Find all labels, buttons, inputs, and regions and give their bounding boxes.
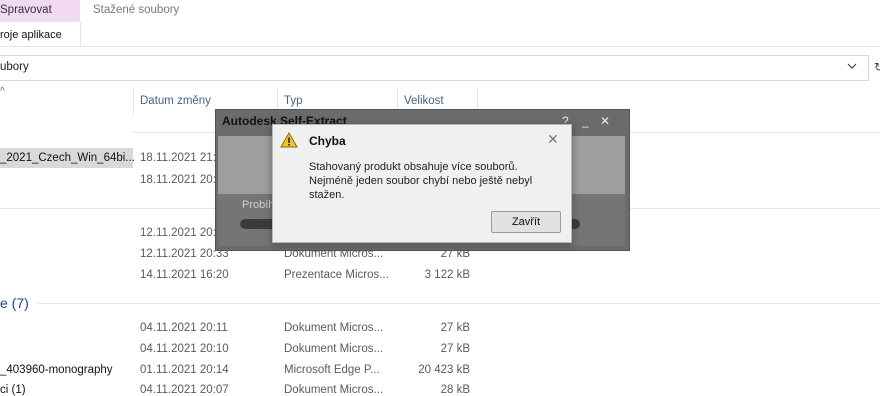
dialog-message: Stahovaný produkt obsahuje více souborů.… bbox=[309, 161, 533, 201]
close-button[interactable]: Zavřít bbox=[491, 211, 561, 233]
table-row-size: 27 kB bbox=[440, 322, 470, 334]
table-row-type: Prezentace Micros... bbox=[284, 269, 389, 281]
close-icon[interactable]: ✕ bbox=[600, 114, 610, 128]
table-row-date: 04.11.2021 20:07 bbox=[140, 384, 229, 396]
tab-manage[interactable]: Spravovat bbox=[0, 0, 80, 22]
table-row-type: Dokument Micros... bbox=[284, 322, 384, 334]
address-bar[interactable] bbox=[0, 55, 869, 81]
table-row-name[interactable]: _2021_Czech_Win_64bi... bbox=[0, 152, 135, 164]
chevron-down-icon[interactable] bbox=[845, 59, 859, 73]
table-row-date: 18.11.2021 21:4 bbox=[140, 152, 223, 164]
table-row-name[interactable]: ci (1) bbox=[0, 384, 26, 396]
sort-ascending-icon: ^ bbox=[0, 86, 5, 97]
table-row-name[interactable]: _403960-monography bbox=[0, 364, 113, 376]
column-header-size[interactable]: Velikost bbox=[404, 95, 444, 107]
minimize-icon[interactable]: _ bbox=[582, 114, 589, 128]
table-row-date: 04.11.2021 20:11 bbox=[140, 322, 228, 334]
tab-app-tools-label: roje aplikace bbox=[0, 29, 62, 41]
table-row-type: Dokument Micros... bbox=[284, 343, 384, 355]
table-row-type: Dokument Micros... bbox=[284, 384, 384, 396]
refresh-icon[interactable]: ↻ bbox=[874, 60, 880, 74]
table-row-date: 18.11.2021 20:3 bbox=[140, 174, 223, 186]
table-row-date: 14.11.2021 16:20 bbox=[140, 269, 229, 281]
table-row-size: 27 kB bbox=[440, 343, 470, 355]
table-row-date: 04.11.2021 20:10 bbox=[140, 343, 229, 355]
column-separator[interactable] bbox=[133, 88, 134, 114]
warning-icon bbox=[280, 132, 298, 148]
dialog-title: Chyba bbox=[309, 134, 346, 148]
table-row-date: 01.11.2021 20:14 bbox=[140, 364, 229, 376]
table-row-size: 3 122 kB bbox=[424, 269, 470, 281]
table-row-type: Microsoft Edge P... bbox=[284, 364, 380, 376]
tab-downloads[interactable]: Stažené soubory bbox=[93, 4, 179, 16]
column-header-type[interactable]: Typ bbox=[284, 95, 303, 107]
progress-label: Probíh bbox=[242, 199, 275, 211]
group-divider bbox=[38, 303, 880, 304]
table-row-date: 12.11.2021 20:3 bbox=[140, 227, 223, 239]
table-row-size: 20 423 kB bbox=[418, 364, 470, 376]
column-header-date[interactable]: Datum změny bbox=[140, 95, 211, 107]
tab-manage-label: Spravovat bbox=[0, 4, 52, 16]
close-icon[interactable]: ✕ bbox=[547, 131, 559, 148]
group-title[interactable]: e (7) bbox=[0, 295, 29, 311]
tab-app-tools[interactable]: roje aplikace bbox=[0, 22, 81, 46]
table-row-size: 28 kB bbox=[440, 384, 470, 396]
address-path: ubory bbox=[0, 61, 29, 73]
